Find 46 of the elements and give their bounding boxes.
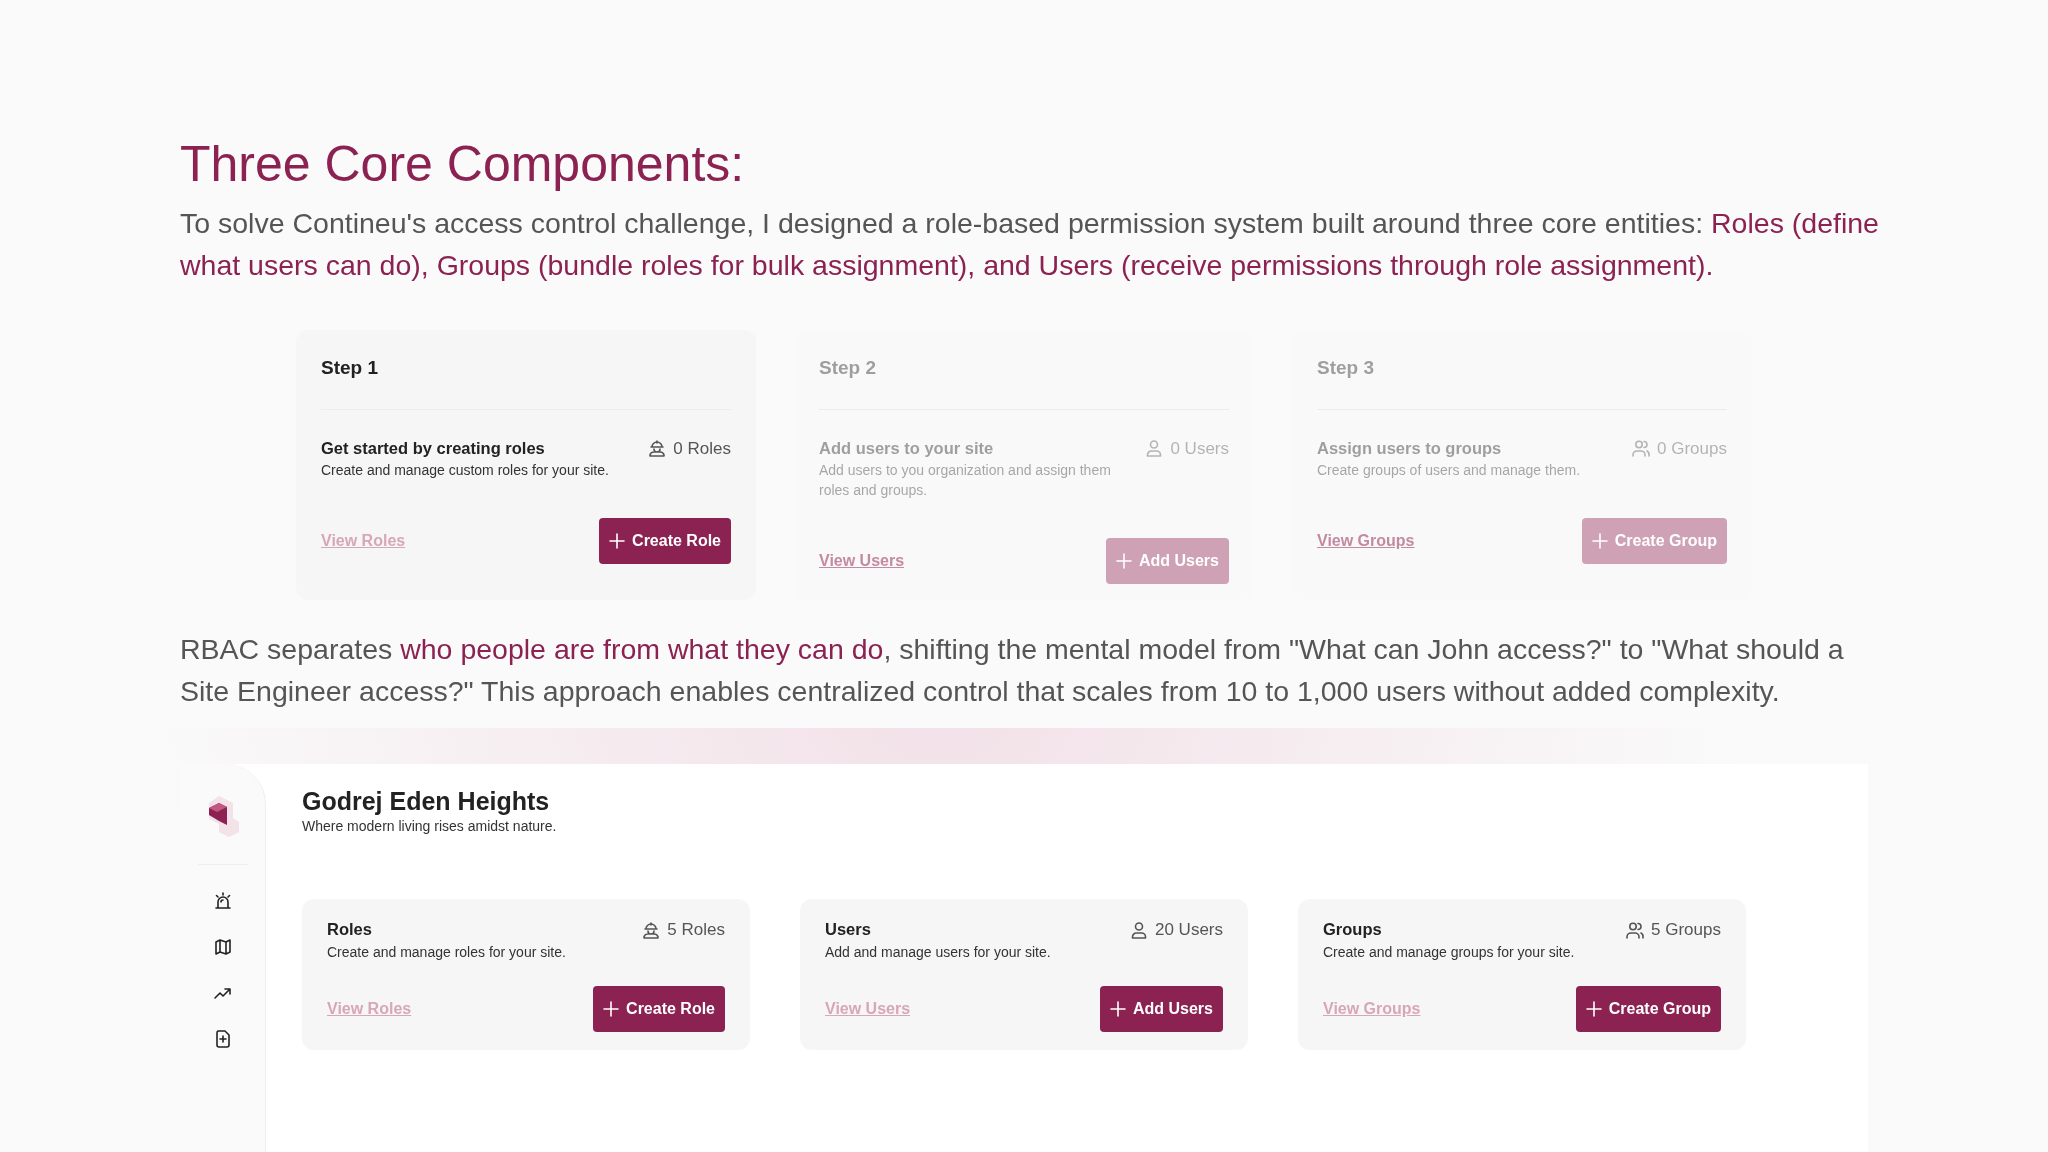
count-label: 0 Groups <box>1657 437 1727 460</box>
card-description: Add and manage users for your site. <box>825 943 1051 962</box>
create-button[interactable]: Create Group <box>1575 986 1721 1032</box>
plus-icon <box>1115 553 1132 570</box>
step-label: Step 2 <box>819 357 877 378</box>
plus-icon <box>1109 1001 1126 1017</box>
card-title: Users <box>825 919 872 941</box>
view-link[interactable]: View Groups <box>1323 997 1421 1021</box>
card-description: Add users to you organization and assign them roles and groups. <box>819 461 1112 501</box>
card-title: Roles <box>327 919 373 941</box>
card-description: Create and manage custom roles for your site. <box>321 461 609 481</box>
intro-paragraph: To solve Contineu's access control challenge, I designed a role-based permission system built around three core entities: Roles (define what users can do), Groups (bundle roles for bulk assignment), and Users (receive permissions through role assignment). <box>180 206 1880 283</box>
create-button[interactable]: Create Role <box>593 986 725 1032</box>
step-label: Step 3 <box>1317 357 1375 378</box>
count-label: 0 Users <box>1170 437 1229 460</box>
plus-icon <box>609 533 626 550</box>
worker-icon <box>641 920 662 940</box>
section-heading: Three Core Components: <box>180 135 746 194</box>
map-icon[interactable] <box>212 937 233 958</box>
site-subtitle: Where modern living rises amidst nature. <box>302 817 558 837</box>
create-button[interactable]: Create Role <box>599 518 731 565</box>
count-label: 5 Groups <box>1651 919 1721 942</box>
card-title: Assign users to groups <box>1317 437 1503 459</box>
card-title: Add users to your site <box>819 437 995 459</box>
count-label: 5 Roles <box>667 919 725 942</box>
create-button[interactable]: Add Users <box>1099 986 1223 1032</box>
siren-icon[interactable] <box>212 891 233 912</box>
site-title: Godrej Eden Heights <box>302 786 551 817</box>
count-label: 20 Users <box>1154 919 1223 942</box>
card-description: Create and manage roles for your site. <box>327 943 566 962</box>
view-link[interactable]: View Roles <box>321 529 406 554</box>
worker-icon <box>647 438 668 459</box>
plus-icon <box>1585 1001 1602 1017</box>
users-icon <box>1625 920 1646 940</box>
plus-icon <box>1591 533 1608 550</box>
users-icon <box>1631 438 1652 459</box>
step-label: Step 1 <box>321 357 379 378</box>
card-description: Create groups of users and manage them. <box>1317 461 1581 481</box>
summary-paragraph: RBAC separates who people are from what they can do, shifting the mental model from "What can John access?" to "What should a Site Engineer access?" This approach enables centralized control that scales from 10 to 1,000 users without added complexity. <box>180 632 1845 710</box>
card-description: Create and manage groups for your site. <box>1323 943 1575 962</box>
plus-icon <box>603 1001 620 1017</box>
card-title: Groups <box>1323 919 1383 941</box>
view-link[interactable]: View Roles <box>327 997 412 1021</box>
count-label: 0 Roles <box>673 437 731 460</box>
view-link[interactable]: View Users <box>825 997 911 1021</box>
card-title: Get started by creating roles <box>321 437 546 459</box>
